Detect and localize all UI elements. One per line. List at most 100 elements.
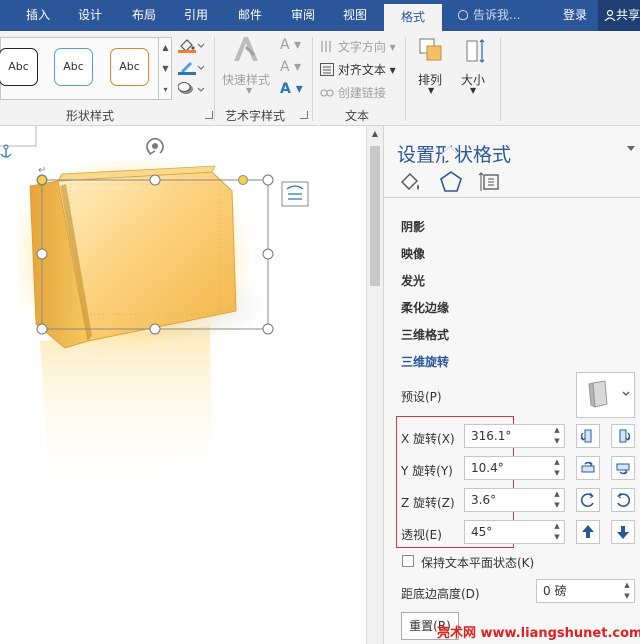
text-direction-button[interactable]: 文字方向 ▾ xyxy=(320,38,396,55)
gallery-scroll[interactable]: ▲ ▼ ▾ xyxy=(158,37,172,100)
tab-insert[interactable]: 插入 xyxy=(14,0,62,31)
lightbulb-icon xyxy=(458,10,468,20)
size-icon[interactable] xyxy=(462,37,488,69)
x-rotation-spinner[interactable]: 316.1° ▲ ▼ xyxy=(464,424,565,448)
tab-layout[interactable]: 布局 xyxy=(120,0,168,31)
anchor-icon xyxy=(0,144,12,158)
section-glow[interactable]: 发光 xyxy=(401,272,425,289)
group-label-wordart: 艺术字样式 xyxy=(224,109,285,123)
share-button[interactable]: 共享 xyxy=(598,0,640,31)
spin-up-icon[interactable]: ▲ xyxy=(550,489,564,500)
link-icon xyxy=(320,89,334,97)
y-rotation-label: Y 旋转(Y) xyxy=(401,464,453,478)
rotate-left-icon[interactable] xyxy=(576,424,600,448)
spin-up-icon[interactable]: ▲ xyxy=(550,457,564,468)
tab-format[interactable]: 格式 xyxy=(384,4,442,31)
distance-from-ground-label: 距底边高度(D) xyxy=(401,587,480,601)
perspective-spinner[interactable]: 45° ▲ ▼ xyxy=(464,520,565,544)
align-text-icon xyxy=(320,63,334,76)
text-direction-icon xyxy=(321,41,331,52)
spin-down-icon[interactable]: ▼ xyxy=(550,468,564,479)
fill-line-tab-icon[interactable] xyxy=(398,170,424,194)
keep-text-flat-label: 保持文本平面状态(K) xyxy=(421,556,535,570)
align-text-button[interactable]: 对齐文本 ▾ xyxy=(320,61,396,78)
shape-fill-icon[interactable] xyxy=(178,37,205,57)
y-rotation-spinner[interactable]: 10.4° ▲ ▼ xyxy=(464,456,565,480)
create-link-button[interactable]: 创建链接 xyxy=(320,84,386,101)
keep-text-flat-checkbox[interactable] xyxy=(402,555,414,567)
group-label-text: 文本 xyxy=(344,109,369,123)
pane-tabs xyxy=(384,166,640,198)
section-3d-format[interactable]: 三维格式 xyxy=(401,326,449,343)
shape-outline-icon[interactable] xyxy=(178,59,205,79)
divider xyxy=(500,37,501,121)
rotate-down-icon[interactable] xyxy=(611,456,635,480)
x-rotation-label: X 旋转(X) xyxy=(401,432,455,446)
tab-design[interactable]: 设计 xyxy=(66,0,114,31)
document-scrollbar[interactable]: ▲ xyxy=(366,126,383,644)
tab-references[interactable]: 引用 xyxy=(172,0,220,31)
3d-preset-icon xyxy=(588,380,630,408)
increase-perspective-icon[interactable] xyxy=(576,520,600,544)
section-soft-edges[interactable]: 柔化边缘 xyxy=(401,299,449,316)
shape-styles-launcher-icon[interactable] xyxy=(205,111,213,119)
quick-styles-icon[interactable] xyxy=(230,35,262,69)
chevron-down-icon: ▼ xyxy=(428,86,435,95)
group-label-shape-styles: 形状样式 xyxy=(65,109,114,123)
spin-down-icon[interactable]: ▼ xyxy=(550,500,564,511)
wordart-launcher-icon[interactable] xyxy=(300,111,308,119)
spin-down-icon[interactable]: ▼ xyxy=(550,436,564,447)
chevron-down-icon: ▼ xyxy=(246,86,253,95)
pane-options-icon[interactable] xyxy=(627,146,635,151)
sign-in-link[interactable]: 登录 xyxy=(563,0,587,31)
rotate-clockwise-icon[interactable] xyxy=(611,488,635,512)
spin-down-icon[interactable]: ▼ xyxy=(550,532,564,543)
tab-mailings[interactable]: 邮件 xyxy=(226,0,274,31)
preset-dropdown[interactable] xyxy=(576,372,635,418)
document-canvas[interactable]: ↵ xyxy=(0,126,366,644)
text-effects-icon[interactable]: A ▾ xyxy=(280,81,303,97)
section-reflection[interactable]: 映像 xyxy=(401,245,425,262)
chevron-down-icon: ▼ xyxy=(470,86,477,95)
shape-style-1[interactable]: Abc xyxy=(0,48,38,86)
rotate-right-icon[interactable] xyxy=(611,424,635,448)
page-corner-mark xyxy=(0,126,37,147)
tab-view[interactable]: 视图 xyxy=(331,0,379,31)
person-icon xyxy=(604,9,616,22)
rotate-counterclockwise-icon[interactable] xyxy=(576,488,600,512)
tab-review[interactable]: 审阅 xyxy=(279,0,327,31)
spin-up-icon[interactable]: ▲ xyxy=(550,425,564,436)
rotate-up-icon[interactable] xyxy=(576,456,600,480)
divider xyxy=(405,37,406,121)
watermark: 亮术网 www.liangshunet.com xyxy=(437,626,640,641)
z-rotation-spinner[interactable]: 3.6° ▲ ▼ xyxy=(464,488,565,512)
z-rotation-label: Z 旋转(Z) xyxy=(401,496,455,510)
shape-effects-icon[interactable] xyxy=(177,81,205,101)
shape-style-3[interactable]: Abc xyxy=(110,48,149,86)
rotate-handle-icon[interactable] xyxy=(146,138,164,155)
distance-from-ground-spinner[interactable]: 0 磅 ▲ ▼ xyxy=(536,579,635,603)
section-3d-rotation[interactable]: 三维旋转 xyxy=(401,353,449,370)
ribbon-tab-bar: 插入 设计 布局 引用 邮件 审阅 视图 格式 告诉我... 登录 共享 xyxy=(0,0,640,31)
format-shape-pane: 设置形状格式 阴影 映像 发光 柔化边缘 三维格式 三维旋转 预设(P) X 旋… xyxy=(383,126,640,644)
spin-up-icon[interactable]: ▲ xyxy=(620,580,634,591)
scroll-thumb[interactable] xyxy=(370,146,380,286)
arrange-icon[interactable] xyxy=(418,37,444,69)
effects-tab-icon[interactable] xyxy=(438,170,464,194)
spin-down-icon[interactable]: ▼ xyxy=(620,591,634,602)
spin-up-icon[interactable]: ▲ xyxy=(550,521,564,532)
text-outline-icon[interactable]: A ▾ xyxy=(280,59,301,75)
layout-options-icon[interactable] xyxy=(281,181,309,207)
text-fill-icon[interactable]: A ▾ xyxy=(280,37,301,53)
divider xyxy=(214,37,215,121)
section-shadow[interactable]: 阴影 xyxy=(401,218,425,235)
divider xyxy=(312,37,313,121)
decrease-perspective-icon[interactable] xyxy=(611,520,635,544)
layout-properties-tab-icon[interactable] xyxy=(478,170,504,194)
shape-reflection xyxy=(40,326,212,496)
scroll-up-icon[interactable]: ▲ xyxy=(367,126,383,142)
preset-label: 预设(P) xyxy=(401,390,442,404)
tell-me-search[interactable]: 告诉我... xyxy=(458,0,520,31)
shape-style-2[interactable]: Abc xyxy=(54,48,93,86)
perspective-label: 透视(E) xyxy=(401,528,442,542)
